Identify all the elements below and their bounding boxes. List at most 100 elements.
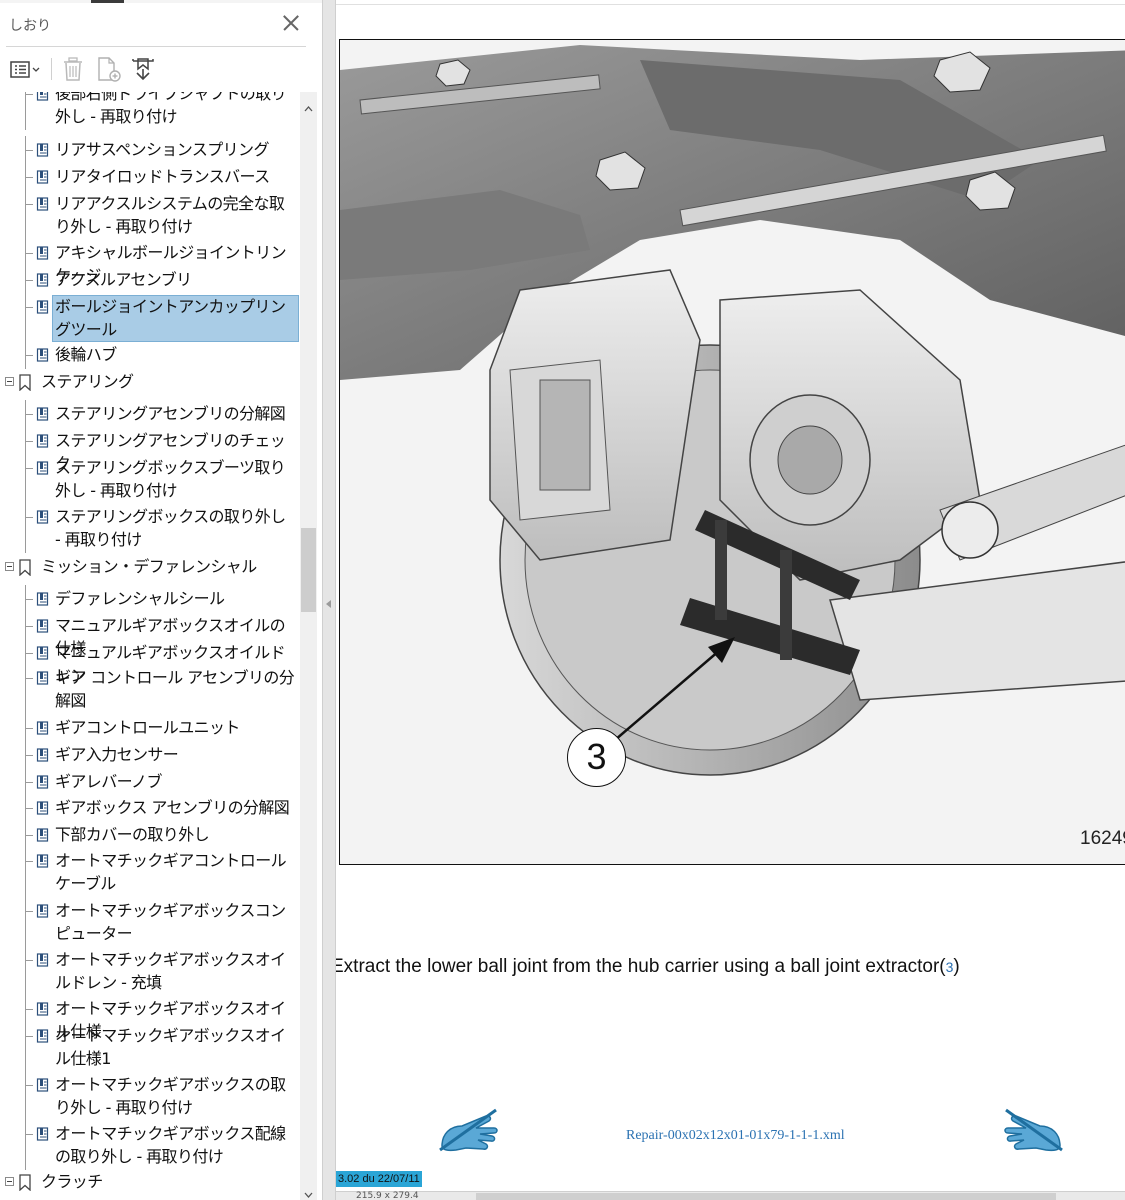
bookmark-item[interactable]: オートマチックギアボックスの取り外し - 再取り付け [0,1071,300,1121]
bookmark-item[interactable]: 下部カバーの取り外し [0,821,300,849]
bookmark-section[interactable]: クラッチ [0,1171,300,1194]
close-pane-button[interactable] [280,12,302,34]
bookmark-item[interactable]: ボールジョイントアンカップリングツール [0,293,300,343]
bookmark-item[interactable]: オートマチックギアボックスオイル仕様1 [0,1022,300,1072]
bookmark-item[interactable]: オートマチックギアボックスコンピューター [0,897,300,947]
pane-top-border [0,0,322,3]
bookmark-page-icon [36,246,49,260]
tree-line [25,92,26,130]
bookmark-page-icon [36,1002,49,1016]
tree-branch [25,468,33,469]
scroll-up-button[interactable] [302,100,315,112]
delete-bookmark-button[interactable] [60,55,86,83]
bookmark-item[interactable]: ギアコントロールユニット [0,714,300,742]
bookmark-label: ギアレバーノブ [55,772,162,791]
bookmark-label: ステアリング [41,372,134,391]
bookmark-tree: 後部右側ドライブシャフトの取り外し - 再取り付けリアサスペンションスプリングリ… [0,92,300,1200]
bookmark-item[interactable]: リアタイロッドトランスバース [0,163,300,191]
tree-line [25,897,26,947]
bookmark-item[interactable]: アクスルアセンブリ [0,266,300,294]
bookmark-label: デファレンシャルシール [55,589,225,608]
tree-branch [25,355,33,356]
tree-branch [25,835,33,836]
bookmark-item[interactable]: ギア コントロール アセンブリの分解図 [0,664,300,714]
bookmark-item[interactable]: ギアボックス アセンブリの分解図 [0,794,300,822]
bookmark-item[interactable]: 後部右側ドライブシャフトの取り外し - 再取り付け [0,92,300,130]
scrollbar-thumb[interactable] [301,528,316,612]
tree-branch [25,177,33,178]
bookmark-page-icon [36,592,49,606]
tree-branch [25,599,33,600]
tree-line [25,1022,26,1072]
tree-branch [25,755,33,756]
tree-branch [25,441,33,442]
document-top-border [336,4,1125,5]
bookmark-scrollbar[interactable] [300,92,317,1200]
bookmark-label: リアサスペンションスプリング [55,140,269,159]
bookmark-section[interactable]: ミッション・デファレンシャル [0,556,300,579]
collapse-arrow-icon[interactable] [326,600,331,608]
bookmark-ribbon-icon [19,374,31,391]
pane-splitter[interactable] [322,0,336,1200]
bookmark-item[interactable]: 後輪ハブ [0,341,300,369]
bookmark-ribbon-icon [19,559,31,576]
next-page-button[interactable] [1000,1106,1066,1152]
collapse-toggle[interactable] [5,562,14,571]
bookmark-label: リアアクスルシステムの完全な取り外し - 再取り付け [55,194,285,236]
tree-branch [25,960,33,961]
bookmark-label: 後部右側ドライブシャフトの取り外し - 再取り付け [55,92,287,126]
xml-file-name: Repair-00x02x12x01-01x79-1-1-1.xml [626,1128,845,1143]
expand-current-bookmark-button[interactable] [128,55,162,83]
bookmark-item[interactable]: リアサスペンションスプリング [0,136,300,164]
expand-bookmark-icon [132,58,154,81]
new-bookmark-button[interactable] [94,55,124,83]
figure-callout-number: 3 [567,728,626,787]
toolbar-divider [51,58,52,80]
collapse-toggle[interactable] [5,1177,14,1186]
bookmark-item[interactable]: リアアクスルシステムの完全な取り外し - 再取り付け [0,190,300,240]
bookmark-page-icon [36,671,49,685]
bookmark-item[interactable]: ギア入力センサー [0,741,300,769]
bookmark-item[interactable]: マニュアルギアボックスオイルドレン [0,639,300,685]
bookmark-page-icon [36,434,49,448]
bookmark-item[interactable]: ステアリングアセンブリのチェック [0,427,300,473]
tree-branch [25,1036,33,1037]
bookmark-page-icon [36,748,49,762]
tree-branch [25,653,33,654]
list-options-icon [10,61,40,78]
bookmark-page-icon [36,1127,49,1141]
bookmark-item[interactable]: ステアリングアセンブリの分解図 [0,400,300,428]
bookmark-page-icon [36,348,49,362]
tree-line [25,847,26,897]
figure-code: 16249 [1080,828,1125,849]
tree-branch [25,861,33,862]
bookmark-item[interactable]: オートマチックギアボックスオイル仕様 [0,995,300,1041]
scroll-down-button[interactable] [302,1186,315,1198]
document-view: 3 16249 Extract the lower ball joint fro… [336,0,1125,1200]
bookmark-label: 後輪ハブ [55,345,117,364]
tree-line [25,190,26,240]
tree-line [25,503,26,553]
bookmark-options-button[interactable] [8,55,44,83]
bookmark-item[interactable]: デファレンシャルシール [0,585,300,613]
tree-branch [25,414,33,415]
tree-branch [25,1085,33,1086]
bookmark-item[interactable]: オートマチックギアボックスオイルドレン - 充填 [0,946,300,996]
collapse-toggle[interactable] [5,377,14,386]
bookmark-item[interactable]: ギアレバーノブ [0,768,300,796]
bookmark-item[interactable]: マニュアルギアボックスオイルの仕様 [0,612,300,658]
pane-divider [6,46,306,47]
previous-page-hand-icon [439,1108,498,1152]
tree-branch [25,94,33,95]
bookmark-item[interactable]: オートマチックギアコントロールケーブル [0,847,300,897]
horizontal-scrollbar-thumb[interactable] [476,1193,1056,1200]
bookmark-item[interactable]: ステアリングボックスブーツ取り外し - 再取り付け [0,454,300,504]
tree-branch [25,1134,33,1135]
bookmark-section[interactable]: ステアリング [0,371,300,394]
bookmark-item[interactable]: ステアリングボックスの取り外し - 再取り付け [0,503,300,553]
bookmark-page-icon [36,407,49,421]
bookmark-item[interactable]: オートマチックギアボックス配線の取り外し - 再取り付け [0,1120,300,1170]
previous-page-button[interactable] [436,1106,502,1152]
instruction-text: Extract the lower ball joint from the hu… [336,956,960,978]
bookmark-item[interactable]: アキシャルボールジョイントリンケージ [0,239,300,285]
